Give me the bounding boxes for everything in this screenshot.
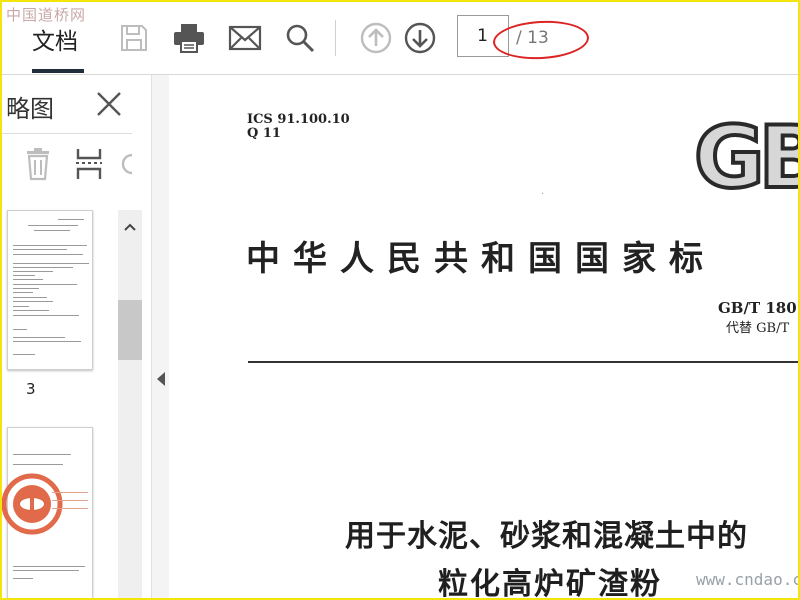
- active-tab-indicator: [32, 69, 84, 73]
- app-window: 中国道桥网 文档 / 13 略图: [0, 0, 800, 600]
- red-seal-icon: [2, 473, 63, 535]
- thumbnail-page-label: 3: [26, 380, 36, 398]
- save-icon[interactable]: [116, 20, 152, 56]
- email-icon[interactable]: [227, 20, 263, 56]
- close-icon[interactable]: [94, 89, 124, 119]
- standard-number: GB/T 180: [718, 299, 797, 317]
- trash-icon[interactable]: [24, 147, 52, 185]
- rotate-icon[interactable]: [120, 147, 133, 185]
- national-standard-title: 中华人民共和国国家标: [246, 239, 716, 279]
- sidebar-scrollbar[interactable]: [118, 210, 142, 598]
- print-icon[interactable]: [171, 20, 207, 56]
- document-page: ICS 91.100.10 Q 11 GB · 中华人民共和国国家标 GB/T …: [170, 75, 798, 598]
- thumbnail-sidebar: 略图 3: [2, 75, 150, 598]
- standard-title-line-2: 粒化高炉矿渣粉: [438, 567, 662, 598]
- scrollbar-thumb[interactable]: [118, 300, 142, 360]
- replaces-standard: 代替 GB/T: [726, 321, 790, 336]
- sidebar-divider: [2, 133, 132, 134]
- chevron-left-icon[interactable]: [157, 372, 165, 386]
- ics-code: ICS 91.100.10 Q 11: [247, 112, 350, 141]
- sidebar-title: 略图: [6, 95, 54, 123]
- page-thumbnail[interactable]: [2, 427, 93, 598]
- page-thumbnail[interactable]: [7, 210, 93, 370]
- arrow-up-icon[interactable]: [358, 20, 394, 56]
- extract-pages-icon[interactable]: [74, 147, 104, 185]
- sidebar-collapse-handle[interactable]: [151, 75, 169, 598]
- toolbar: 中国道桥网 文档 / 13: [2, 2, 798, 75]
- chevron-up-icon[interactable]: [124, 216, 136, 235]
- toolbar-separator: [335, 20, 336, 56]
- site-watermark: www.cndao.com: [696, 570, 798, 589]
- speck: ·: [541, 189, 545, 200]
- standard-title-line-1: 用于水泥、砂浆和混凝土中的: [345, 519, 748, 554]
- header-rule: [248, 361, 798, 363]
- gb-logo: GB: [692, 108, 798, 208]
- arrow-down-icon[interactable]: [402, 20, 438, 56]
- search-icon[interactable]: [282, 20, 318, 56]
- tab-document[interactable]: 文档: [32, 22, 78, 56]
